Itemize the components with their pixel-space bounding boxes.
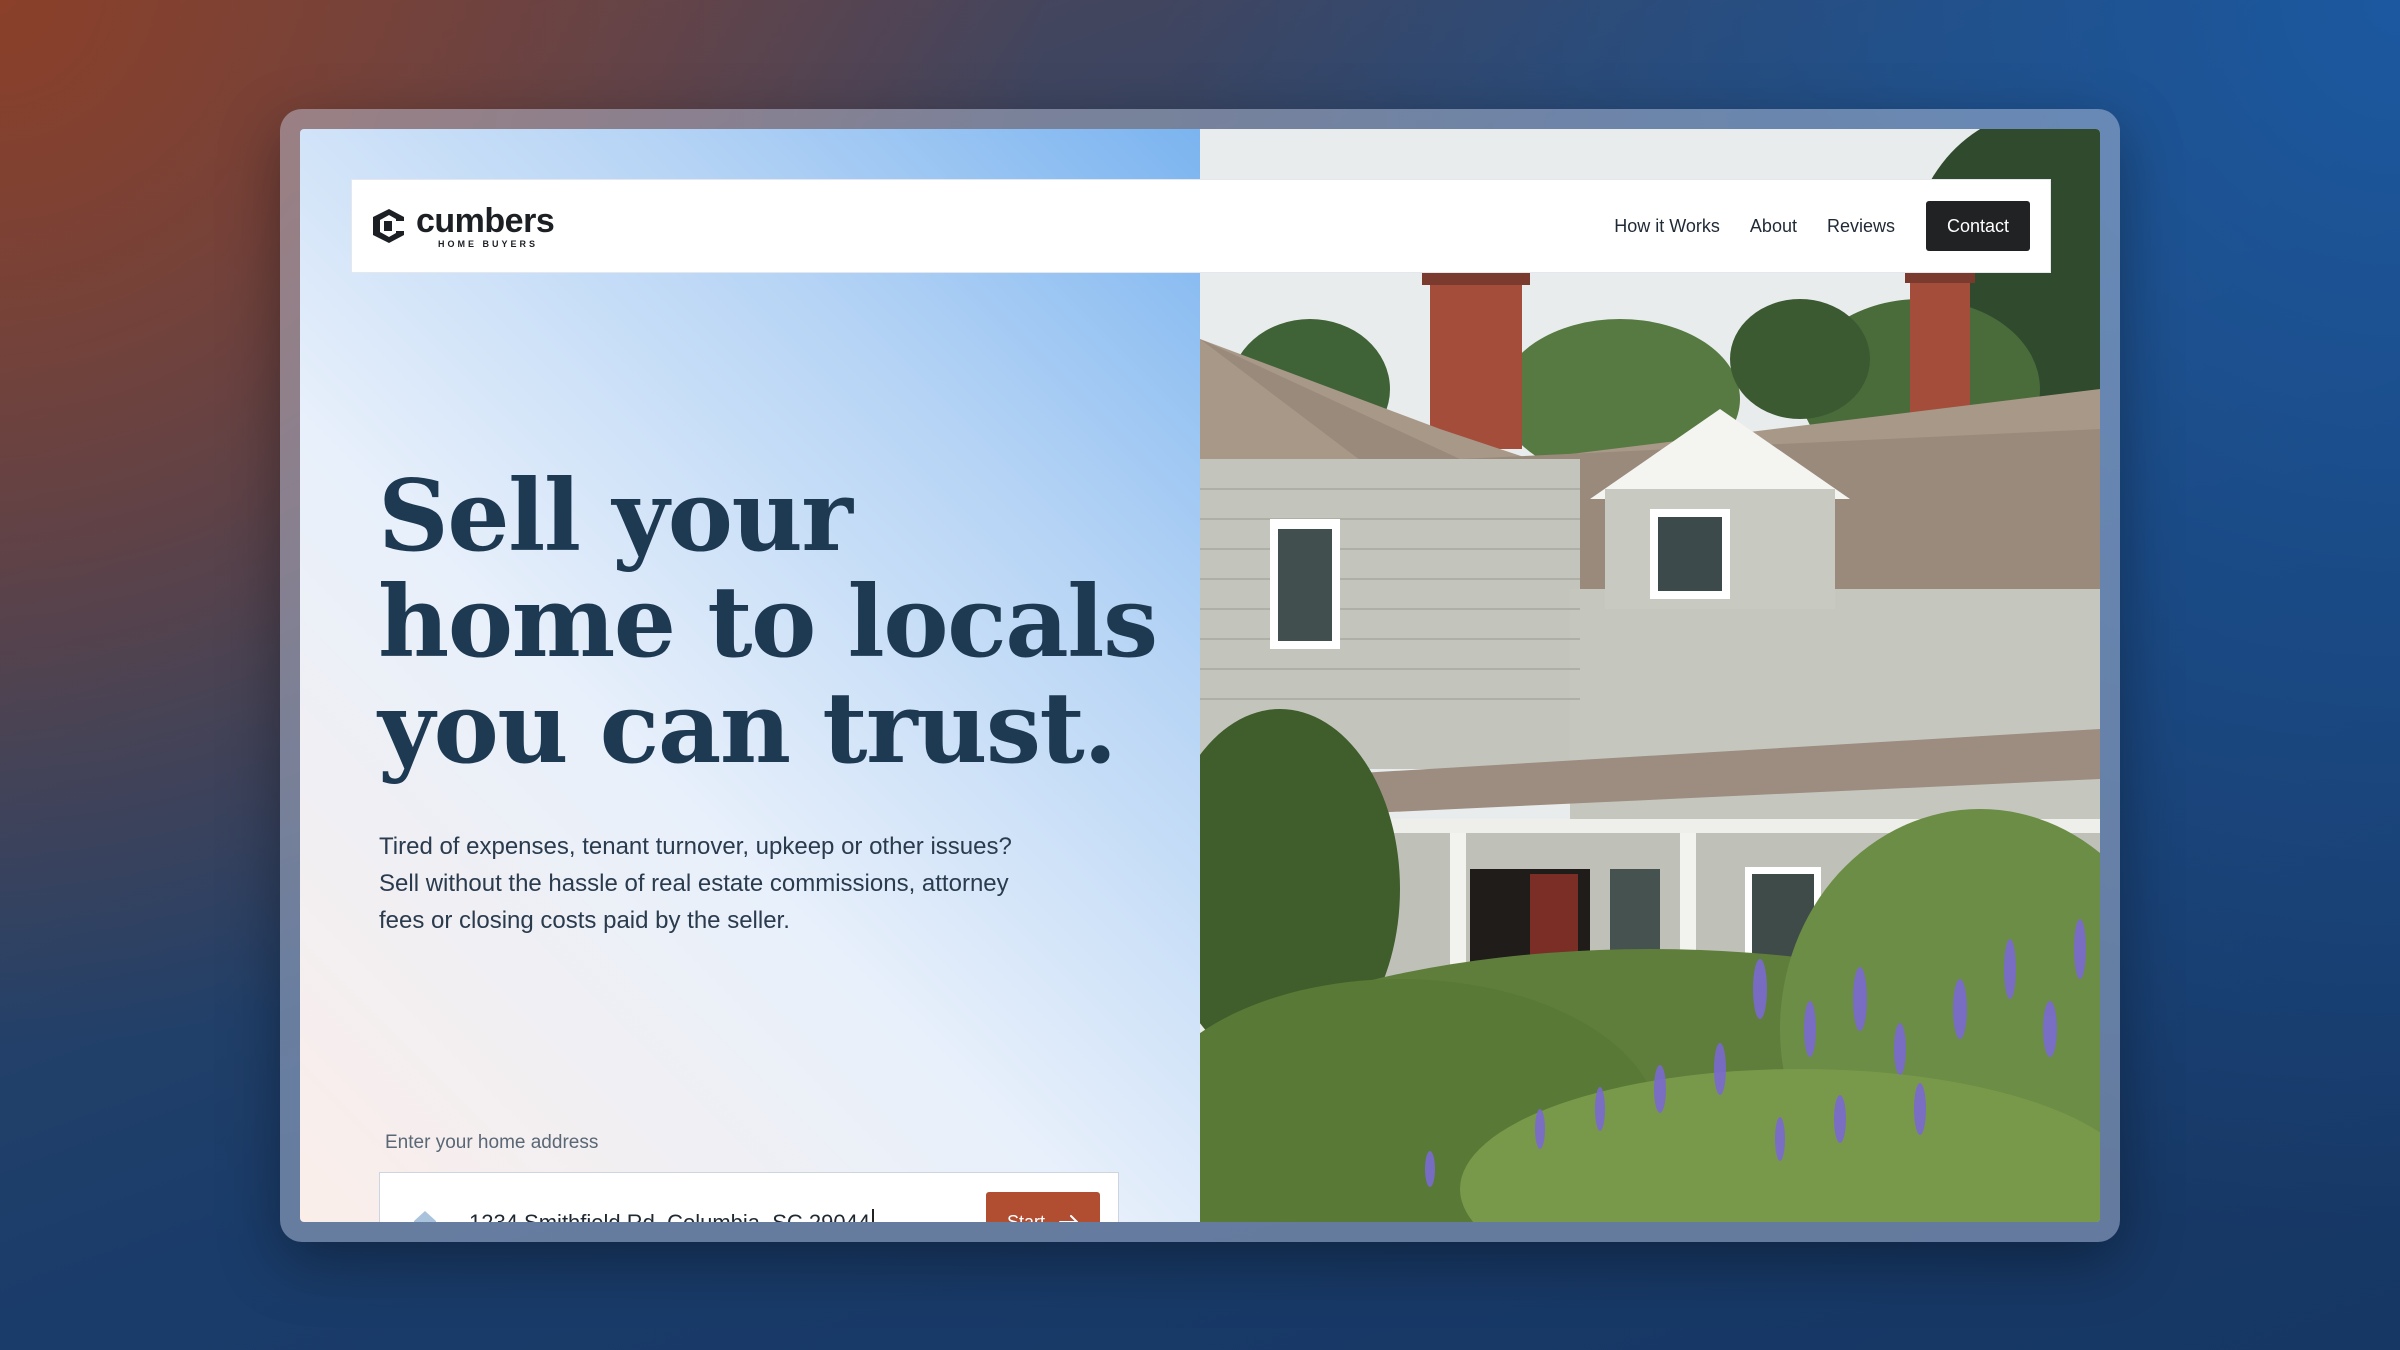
hero-title-line: home to locals [378,565,1158,680]
hero-left-panel: Sell your home to locals you can trust. … [300,129,1200,1222]
logo-mark-icon [373,209,404,243]
address-label: Enter your home address [385,1132,599,1153]
hero-description-line: Sell without the hassle of real estate c… [379,870,1009,897]
nav-link-how-it-works[interactable]: How it Works [1614,216,1720,237]
hero-description-line: Tired of expenses, tenant turnover, upke… [379,833,1012,860]
start-button[interactable]: Start [986,1192,1100,1222]
browser-frame: Sell your home to locals you can trust. … [280,109,2120,1242]
contact-button[interactable]: Contact [1926,201,2030,251]
brand-name: cumbers [416,201,555,240]
hero-title-line: you can trust. [378,671,1117,786]
nav-link-reviews[interactable]: Reviews [1827,216,1895,237]
home-icon [414,1211,436,1222]
brand-logo[interactable]: cumbers HOME BUYERS [370,201,555,249]
hero-title: Sell your home to locals you can trust. [378,464,1178,782]
nav-link-about[interactable]: About [1750,216,1797,237]
hero-title-line: Sell your [378,459,853,574]
hero-description-line: fees or closing costs paid by the seller… [379,907,790,934]
nav-links: How it Works About Reviews Contact [1584,201,2030,251]
brand-tagline: HOME BUYERS [438,238,539,249]
page-viewport: Sell your home to locals you can trust. … [300,129,2100,1222]
hero-description: Tired of expenses, tenant turnover, upke… [379,828,1079,939]
text-caret [872,1209,874,1222]
address-form: Start [379,1172,1119,1222]
top-navigation: cumbers HOME BUYERS How it Works About R… [351,179,2051,273]
house-photo [1200,129,2100,1222]
arrow-right-icon [1059,1215,1078,1222]
house-photo-illustration [1200,129,2100,1222]
address-input[interactable] [469,1203,889,1222]
start-button-label: Start [1006,1211,1045,1223]
